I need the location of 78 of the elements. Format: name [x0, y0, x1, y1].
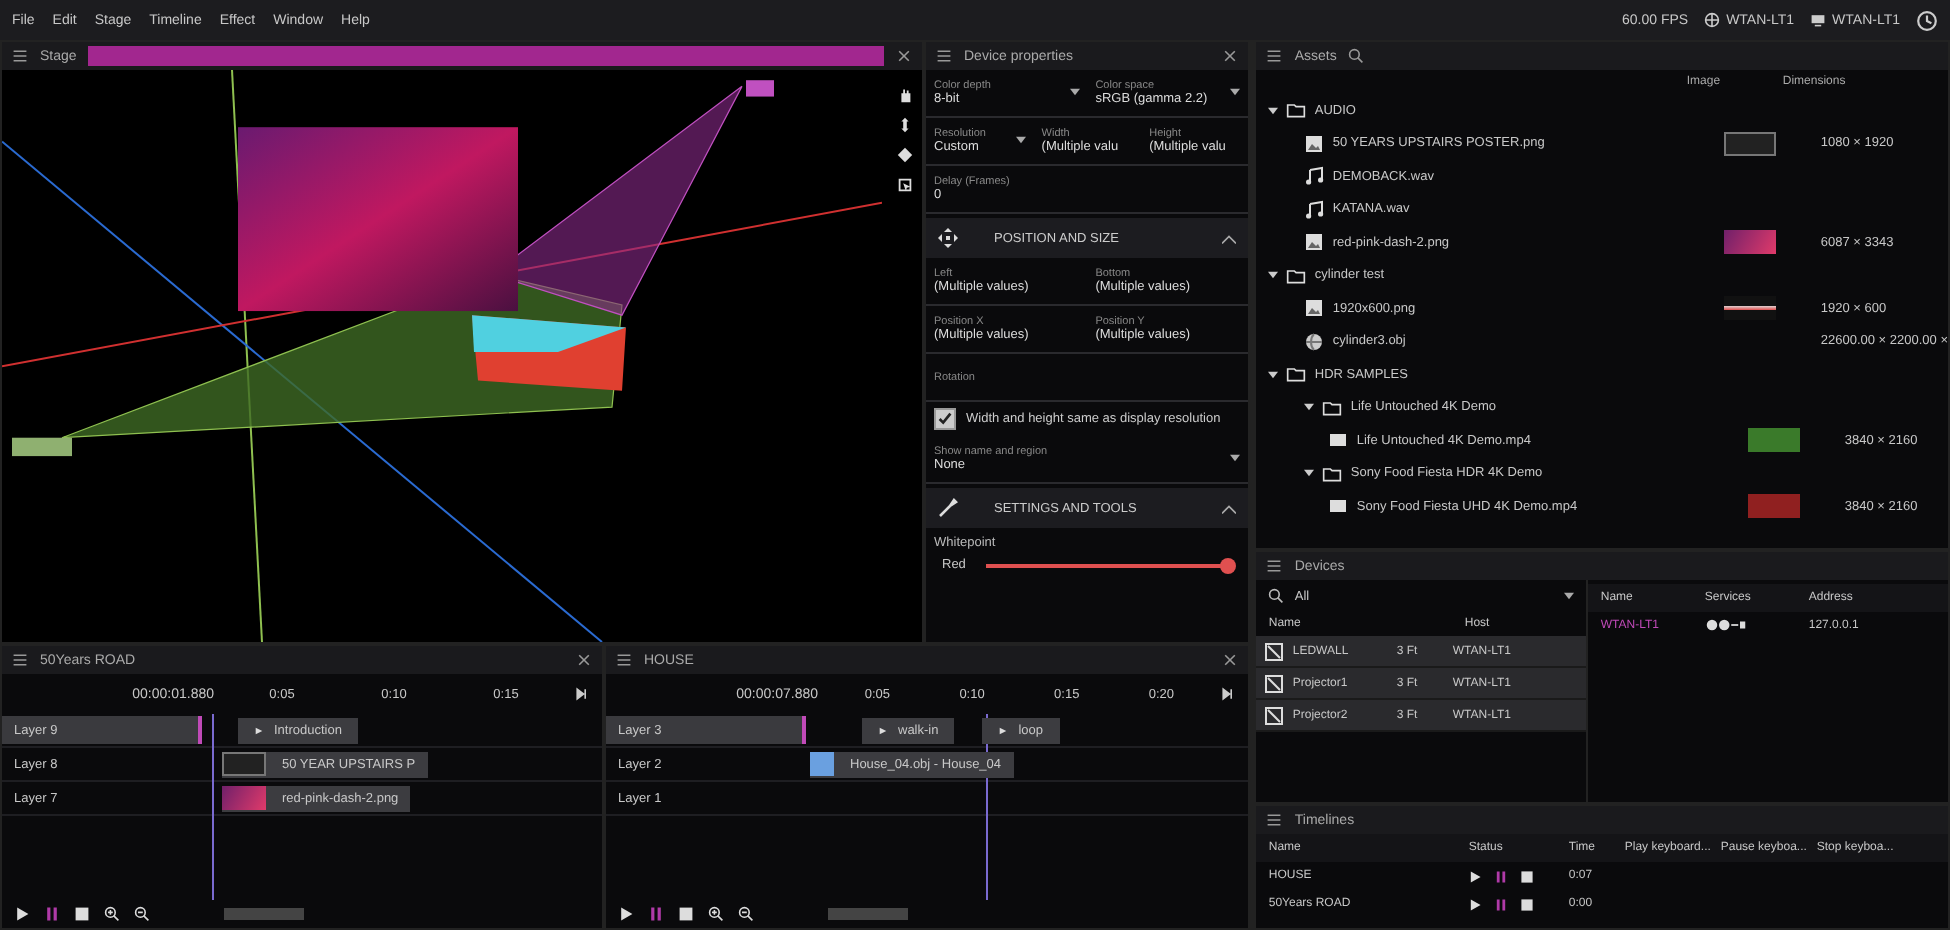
caret-icon: [1564, 592, 1575, 600]
search-icon[interactable]: [1348, 48, 1365, 64]
play-icon[interactable]: [14, 906, 30, 922]
slider-thumb[interactable]: [1220, 557, 1237, 573]
zoom-out-icon[interactable]: [134, 906, 150, 922]
close-icon[interactable]: [1222, 48, 1239, 64]
close-icon[interactable]: [576, 652, 592, 668]
pause-icon[interactable]: [1494, 869, 1509, 883]
skip-end-icon[interactable]: [1220, 686, 1237, 702]
menu-icon[interactable]: [12, 652, 28, 668]
pause-icon[interactable]: [648, 906, 664, 922]
close-icon[interactable]: [896, 48, 912, 64]
service-icons-drawing: [1704, 617, 1749, 631]
image-file-icon: [1304, 133, 1325, 154]
move-icon: [938, 228, 958, 248]
menu-icon[interactable]: [1266, 48, 1283, 64]
pause-icon[interactable]: [1494, 897, 1509, 911]
zoom-in-icon[interactable]: [104, 906, 120, 922]
thumbnail-placeholder: [222, 752, 266, 776]
select-icon[interactable]: [896, 176, 914, 194]
chevron-icon[interactable]: [1222, 503, 1237, 513]
move-icon[interactable]: [896, 116, 914, 134]
thumbnail-placeholder: [1724, 131, 1777, 156]
menu-icon[interactable]: [936, 48, 952, 64]
image-file-icon: [1304, 232, 1325, 253]
clock-icon[interactable]: [1916, 9, 1938, 31]
menu-icon[interactable]: [12, 48, 28, 64]
folder-icon: [1286, 265, 1307, 286]
stop-icon[interactable]: [678, 906, 694, 922]
thumbnail-placeholder: [1748, 428, 1801, 453]
expand-arrow-icon[interactable]: [1268, 270, 1279, 281]
sphere-icon: [1304, 331, 1325, 352]
menu-icon[interactable]: [1266, 812, 1283, 828]
folder-icon: [1322, 397, 1343, 418]
thumbnail-placeholder: [1748, 494, 1801, 519]
chevron-icon[interactable]: [1222, 233, 1237, 243]
play-icon: [254, 725, 264, 735]
video-file-icon: [1328, 496, 1349, 517]
caret-icon: [1230, 88, 1241, 96]
display-icon: [1264, 705, 1285, 725]
stop-icon[interactable]: [74, 906, 90, 922]
play-icon[interactable]: [618, 906, 634, 922]
play-icon: [878, 725, 888, 735]
menu-icon[interactable]: [616, 652, 632, 668]
image-file-icon: [1304, 298, 1325, 319]
skip-end-icon[interactable]: [574, 686, 590, 702]
display-icon: [1264, 641, 1285, 661]
caret-icon: [1069, 88, 1080, 96]
display-icon: [1264, 673, 1285, 693]
scrollbar[interactable]: [828, 908, 908, 920]
thumbnail-placeholder: [810, 752, 834, 776]
caret-icon: [1230, 454, 1241, 462]
search-icon: [1268, 588, 1285, 604]
folder-icon: [1286, 364, 1307, 385]
close-icon[interactable]: [1222, 652, 1239, 668]
pause-icon[interactable]: [44, 906, 60, 922]
play-icon: [998, 725, 1009, 735]
thumbnail-placeholder: [1724, 230, 1777, 255]
music-note-icon: [1304, 199, 1325, 220]
wrench-icon: [938, 498, 958, 518]
globe-icon: [1704, 12, 1721, 28]
zoom-in-icon[interactable]: [708, 906, 724, 922]
expand-arrow-icon[interactable]: [1268, 105, 1279, 116]
expand-arrow-icon[interactable]: [1304, 468, 1315, 479]
scrollbar[interactable]: [224, 908, 304, 920]
expand-arrow-icon[interactable]: [1268, 369, 1279, 380]
zoom-out-icon[interactable]: [738, 906, 754, 922]
folder-icon: [1322, 463, 1343, 484]
expand-arrow-icon[interactable]: [1304, 402, 1315, 413]
caret-icon: [1015, 136, 1026, 144]
music-note-icon: [1304, 166, 1325, 187]
checkbox[interactable]: [934, 408, 956, 430]
video-file-icon: [1328, 430, 1349, 451]
thumbnail-placeholder: [1724, 296, 1777, 321]
thumbnail-placeholder: [222, 786, 266, 810]
menu-icon[interactable]: [1266, 558, 1283, 574]
folder-icon: [1286, 100, 1307, 121]
monitor-icon: [1810, 12, 1827, 28]
